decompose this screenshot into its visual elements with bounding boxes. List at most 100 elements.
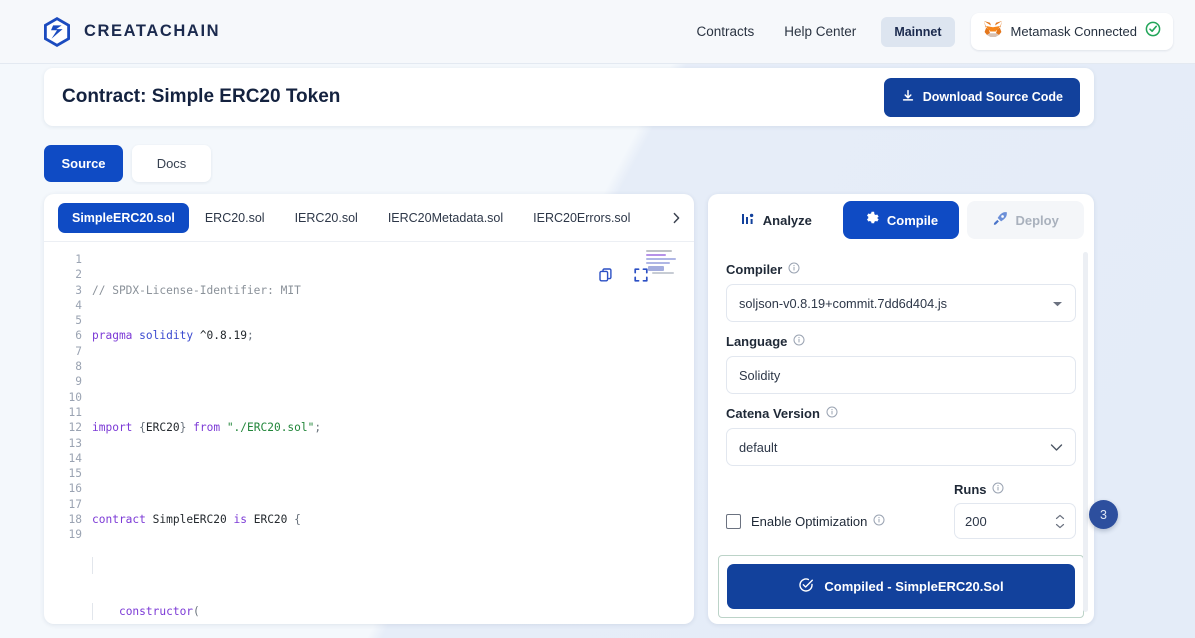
wallet-label: Metamask Connected [1010,24,1137,39]
contract-bar: Contract: Simple ERC20 Token Download So… [44,68,1094,126]
bar-chart-icon [741,212,755,229]
language-label-row: Language [726,334,1076,349]
mode-tabs: Source Docs [44,145,211,182]
download-source-code-label: Download Source Code [922,90,1063,104]
info-icon[interactable] [992,482,1004,497]
runs-control: Runs 200 [954,482,1076,539]
tab-compile-label: Compile [886,212,939,228]
app-header: CREATACHAIN Contracts Help Center Mainne… [0,0,1195,64]
catena-version-label-row: Catena Version [726,406,1076,421]
code-line [92,556,694,575]
info-icon[interactable] [793,334,805,349]
enable-optimization-checkbox[interactable] [726,514,741,529]
file-tab-bar: SimpleERC20.sol ERC20.sol IERC20.sol IER… [44,194,694,242]
compiler-select[interactable]: soljson-v0.8.19+commit.7dd6d404.js [726,284,1076,322]
code-line: // SPDX-License-Identifier: MIT [92,283,301,297]
line-number: 18 [68,513,82,527]
catena-version-select[interactable]: default [726,428,1076,466]
compile-panel: Analyze Compile Deploy Compiler soljson-… [708,194,1094,624]
line-number: 11 [68,405,82,419]
number-stepper[interactable] [1055,514,1065,529]
runs-label: Runs [954,482,987,497]
runs-input[interactable]: 200 [954,503,1076,539]
file-tab-ierc20metadata[interactable]: IERC20Metadata.sol [374,203,517,233]
line-number: 17 [68,497,82,511]
language-field[interactable]: Solidity [726,356,1076,394]
tab-source[interactable]: Source [44,145,123,182]
catena-version-label: Catena Version [726,406,820,421]
line-number: 4 [75,298,82,312]
line-number: 19 [68,528,82,542]
hexagon-logo-icon [42,16,72,48]
line-number: 9 [75,375,82,389]
file-tab-erc20[interactable]: ERC20.sol [191,203,279,233]
info-icon[interactable] [826,406,838,421]
rocket-icon [993,211,1008,229]
code-editor[interactable]: 1 2 3 4 5 6 7 8 9 10 11 12 13 14 15 16 1 [44,242,694,624]
page-root: CREATACHAIN Contracts Help Center Mainne… [0,0,1195,638]
compiler-label-row: Compiler [726,262,1076,277]
code-content[interactable]: // SPDX-License-Identifier: MIT pragma s… [92,252,694,624]
code-line: contract SimpleERC20 is ERC20 { [92,513,301,527]
check-circle-icon [1145,21,1161,42]
header-nav: Contracts Help Center Mainnet Metamask C… [685,13,1173,50]
network-badge[interactable]: Mainnet [881,16,955,47]
page-title: Contract: Simple ERC20 Token [62,86,341,107]
nav-contracts[interactable]: Contracts [685,17,765,46]
chevron-down-icon [1050,440,1063,455]
enable-optimization-label: Enable Optimization [751,514,868,529]
tab-analyze-label: Analyze [762,212,812,228]
check-circle-icon [798,577,814,596]
nav-help-center[interactable]: Help Center [773,17,867,46]
gear-icon [864,211,879,229]
code-line: import {ERC20} from "./ERC20.sol"; [92,421,322,435]
language-value: Solidity [739,367,781,383]
line-number-gutter: 1 2 3 4 5 6 7 8 9 10 11 12 13 14 15 16 1 [44,252,92,624]
tab-analyze[interactable]: Analyze [718,201,835,239]
compile-button-highlight: Compiled - SimpleERC20.Sol [718,555,1084,618]
metamask-fox-icon [983,20,1003,43]
line-number: 12 [68,421,82,435]
tab-docs[interactable]: Docs [132,145,211,182]
download-source-code-button[interactable]: Download Source Code [883,77,1080,117]
line-number: 16 [68,482,82,496]
compile-button[interactable]: Compiled - SimpleERC20.Sol [727,564,1075,609]
code-line: pragma solidity ^0.8.19; [92,329,254,343]
chevron-right-icon[interactable] [665,208,688,228]
line-number: 2 [75,268,82,282]
source-editor-panel: SimpleERC20.sol ERC20.sol IERC20.sol IER… [44,194,694,624]
line-number: 15 [68,467,82,481]
tab-compile[interactable]: Compile [842,201,960,239]
compile-button-label: Compiled - SimpleERC20.Sol [824,579,1004,594]
info-icon[interactable] [788,262,800,277]
brand-name: CREATACHAIN [84,22,221,40]
line-number: 13 [68,436,82,450]
wallet-status[interactable]: Metamask Connected [970,13,1173,50]
tour-step-badge[interactable]: 3 [1089,500,1118,529]
catena-version-value: default [739,439,778,455]
tab-deploy[interactable]: Deploy [967,201,1085,239]
caret-down-icon [1052,296,1063,311]
enable-optimization-control[interactable]: Enable Optimization [726,514,885,539]
line-number: 10 [68,390,82,404]
line-number: 6 [75,329,82,343]
download-icon [901,89,915,106]
panel-tab-bar: Analyze Compile Deploy [708,194,1094,246]
line-number: 1 [75,253,82,266]
runs-label-row: Runs [954,482,1076,497]
compile-panel-scrollbar[interactable] [1083,252,1088,612]
file-tab-simpleerc20[interactable]: SimpleERC20.sol [58,202,189,233]
brand[interactable]: CREATACHAIN [42,16,220,48]
compiler-value: soljson-v0.8.19+commit.7dd6d404.js [739,295,948,311]
tab-deploy-label: Deploy [1015,212,1059,228]
file-tab-ierc20[interactable]: IERC20.sol [281,203,372,233]
info-icon[interactable] [873,514,885,529]
enable-optimization-label-wrap: Enable Optimization [751,514,885,529]
line-number: 7 [75,344,82,358]
file-tab-ierc20errors[interactable]: IERC20Errors.sol [519,203,644,233]
optimization-row: Enable Optimization Runs 200 [726,482,1076,539]
compiler-label: Compiler [726,262,783,277]
language-label: Language [726,334,788,349]
